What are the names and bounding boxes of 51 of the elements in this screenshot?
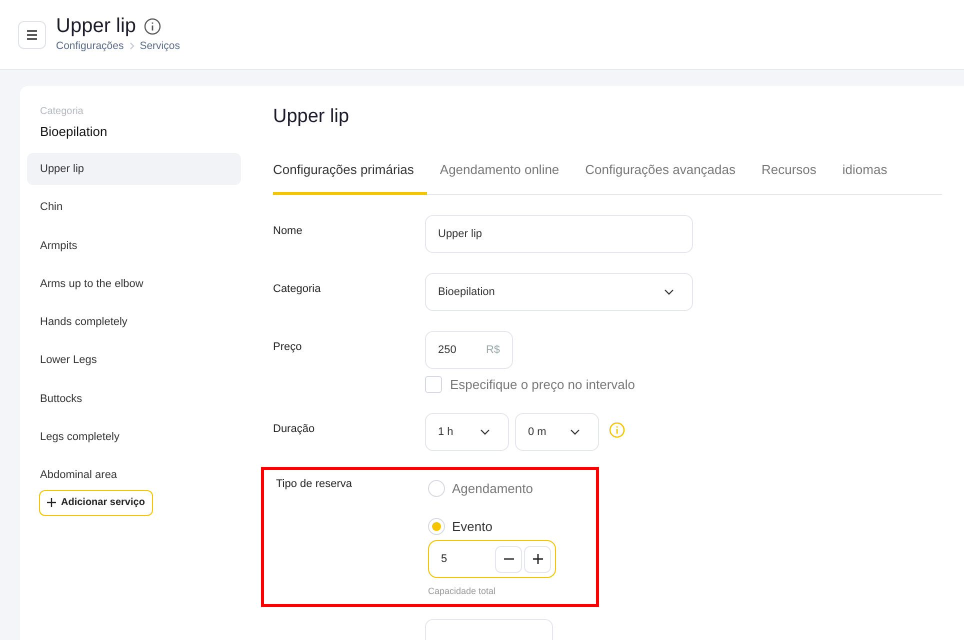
service-item[interactable]: Abdominal area <box>27 459 241 492</box>
radio-button[interactable] <box>428 518 445 534</box>
chevron-down-icon <box>480 429 490 435</box>
field-label: Duração <box>273 422 316 435</box>
page-title: Upper lip <box>56 15 136 38</box>
service-item[interactable]: Buttocks <box>27 382 241 415</box>
plus-icon <box>47 498 56 508</box>
category-label: Categoria <box>39 106 84 117</box>
price-input[interactable]: 250 R$ <box>425 331 513 369</box>
field-label: Categoria <box>273 282 322 295</box>
service-item[interactable]: Hands completely <box>27 306 241 338</box>
tab[interactable]: Configurações avançadas <box>572 154 748 195</box>
breadcrumb-link[interactable]: Serviços <box>140 40 180 52</box>
chevron-down-icon <box>570 429 580 435</box>
tab[interactable]: Configurações primárias <box>273 154 427 195</box>
name-input[interactable]: Upper lip <box>425 215 693 253</box>
menu-icon <box>26 30 38 40</box>
minus-icon <box>504 558 514 560</box>
minutes-select[interactable]: 0 m <box>515 413 599 451</box>
tab[interactable]: Agendamento online <box>426 154 572 195</box>
breadcrumb-link[interactable]: Configurações <box>56 40 124 52</box>
increment-button[interactable] <box>524 546 551 572</box>
add-service-button[interactable]: Adicionar serviço <box>39 490 153 516</box>
capacity-caption: Capacidade total <box>428 586 497 596</box>
service-item[interactable]: Arms up to the elbow <box>27 268 241 300</box>
field-label: Preço <box>273 340 303 353</box>
service-item[interactable]: Armpits <box>27 230 241 262</box>
chevron-down-icon <box>664 289 674 295</box>
service-item[interactable]: Lower Legs <box>27 344 241 376</box>
menu-button[interactable] <box>18 20 46 48</box>
checkbox[interactable] <box>425 376 442 393</box>
capacity-stepper[interactable]: 5 <box>428 540 556 578</box>
chevron-right-icon <box>128 42 136 50</box>
tab[interactable]: idiomas <box>829 154 900 195</box>
tab[interactable]: Recursos <box>748 154 830 195</box>
checkbox-label: Especifique o preço no intervalo <box>450 377 636 392</box>
category-select[interactable]: Bioepilation <box>425 273 693 311</box>
service-item[interactable]: Chin <box>27 191 241 224</box>
currency-label: R$ <box>486 344 500 356</box>
service-item[interactable]: Legs completely <box>27 421 241 454</box>
field-label: Tipo de reserva <box>276 478 354 490</box>
category-name: Bioepilation <box>39 124 108 139</box>
radio-label: Evento <box>452 518 492 534</box>
info-icon[interactable] <box>144 18 162 35</box>
field-label: Nome <box>273 224 304 237</box>
hours-select[interactable]: 1 h <box>425 413 509 451</box>
plus-icon <box>532 554 542 564</box>
radio-label: Agendamento <box>452 480 533 496</box>
radio-button[interactable] <box>428 480 445 496</box>
service-title: Upper lip <box>273 106 350 128</box>
service-item[interactable]: Upper lip <box>27 153 241 185</box>
